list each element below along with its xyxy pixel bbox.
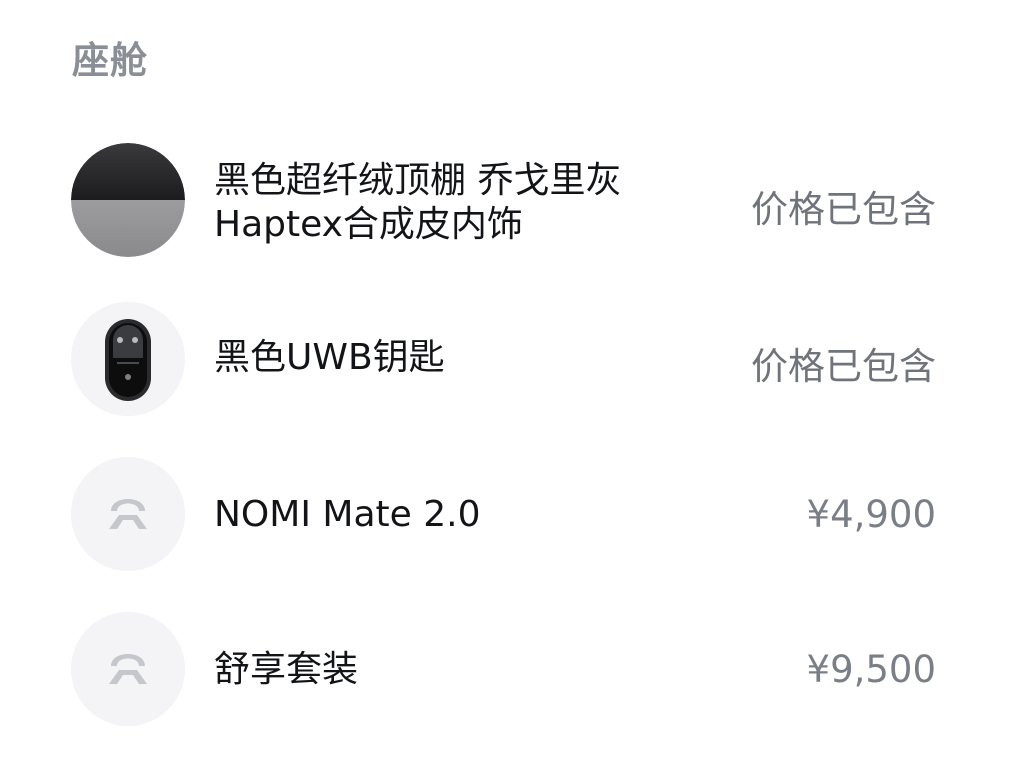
section-title: 座舱 [72, 39, 148, 82]
headliner-swatch-icon [71, 143, 185, 257]
list-item-nomi-mate[interactable]: NOMI Mate 2.0 ¥4,900 [0, 457, 1024, 587]
item-price: ¥4,900 [806, 493, 936, 536]
nio-logo-icon [71, 457, 185, 571]
cabin-options-page: 座舱 黑色超纤绒顶棚 乔戈里灰 Haptex合成皮内饰 价格已包含 黑色UWB钥… [0, 0, 1024, 768]
list-item-interior[interactable]: 黑色超纤绒顶棚 乔戈里灰 Haptex合成皮内饰 价格已包含 [0, 143, 1024, 273]
item-name: 黑色超纤绒顶棚 乔戈里灰 Haptex合成皮内饰 [214, 159, 621, 247]
nio-logo-icon [71, 612, 185, 726]
item-name: NOMI Mate 2.0 [214, 494, 481, 535]
list-item-comfort-package[interactable]: 舒享套装 ¥9,500 [0, 612, 1024, 742]
item-name: 黑色UWB钥匙 [214, 337, 445, 378]
item-name-line1: 黑色超纤绒顶棚 乔戈里灰 [214, 160, 622, 201]
item-name: 舒享套装 [214, 649, 359, 690]
item-price: 价格已包含 [751, 188, 936, 231]
item-name-line2: Haptex合成皮内饰 [214, 203, 523, 245]
uwb-key-icon [71, 302, 185, 416]
list-item-uwb-key[interactable]: 黑色UWB钥匙 价格已包含 [0, 302, 1024, 432]
item-price: 价格已包含 [751, 345, 936, 388]
item-price: ¥9,500 [806, 648, 936, 691]
